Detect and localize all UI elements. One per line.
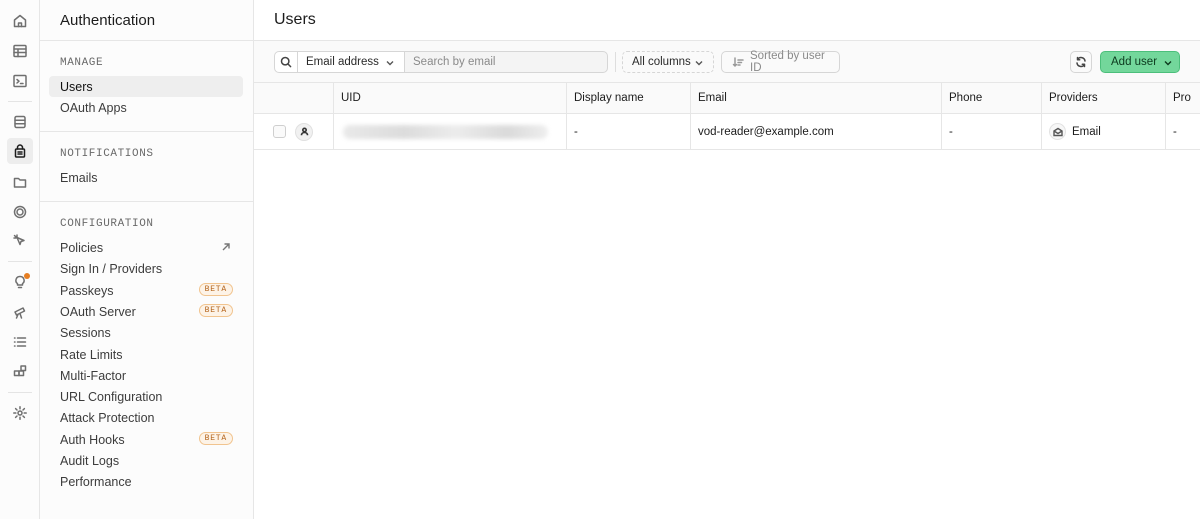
sidebar-item-sign-in-providers[interactable]: Sign In / Providers [49, 258, 243, 279]
uid-cell [333, 114, 567, 149]
sort-label: Sorted by user ID [750, 50, 825, 74]
page-title: Users [274, 11, 316, 28]
email-cell: vod-reader@example.com [690, 114, 941, 149]
sidebar-item-label: Policies [60, 240, 104, 255]
sidebar-item-label: Sign In / Providers [60, 261, 163, 276]
sidebar-item-label: OAuth Server [60, 304, 136, 319]
sidebar-item-policies[interactable]: Policies [49, 237, 243, 258]
beta-badge: BETA [198, 304, 233, 317]
chevron-down-icon [386, 58, 394, 66]
section-label-manage: MANAGE [60, 57, 104, 69]
advisors-icon[interactable] [10, 272, 30, 292]
sidebar-item-label: URL Configuration [60, 389, 163, 404]
column-header-phone[interactable]: Phone [941, 83, 1042, 113]
storage-icon[interactable] [10, 172, 30, 192]
search-input[interactable] [404, 51, 608, 73]
sidebar-item-label: Performance [60, 474, 132, 489]
authentication-icon[interactable] [7, 138, 33, 164]
sidebar-item-sessions[interactable]: Sessions [49, 322, 243, 343]
sidebar-item-users[interactable]: Users [49, 76, 243, 97]
chevron-down-icon [695, 58, 703, 66]
sidebar-item-auth-hooks[interactable]: Auth Hooks BETA [49, 429, 243, 450]
sidebar-item-label: Auth Hooks [60, 432, 125, 447]
email-provider-icon [1049, 123, 1066, 140]
sidebar-item-emails[interactable]: Emails [49, 167, 243, 188]
add-user-label: Add user [1111, 56, 1158, 68]
database-icon[interactable] [10, 112, 30, 132]
sidebar-title: Authentication [60, 12, 156, 29]
refresh-icon [1076, 56, 1086, 68]
icon-rail [0, 0, 40, 519]
sidebar-item-label: Passkeys [60, 283, 114, 298]
reports-icon[interactable] [10, 302, 30, 322]
notification-dot [24, 273, 30, 279]
sql-editor-icon[interactable] [10, 71, 30, 91]
column-header-uid[interactable]: UID [333, 83, 567, 113]
edge-functions-icon[interactable] [10, 231, 30, 251]
sort-icon [732, 56, 744, 68]
sidebar-item-audit-logs[interactable]: Audit Logs [49, 450, 243, 471]
column-header-pro[interactable]: Pro [1165, 83, 1200, 113]
sidebar-item-multi-factor[interactable]: Multi-Factor [49, 365, 243, 386]
column-header-email[interactable]: Email [690, 83, 941, 113]
provider-label: Email [1072, 125, 1101, 138]
table-header-row: UID Display name Email Phone Providers P… [254, 83, 1200, 114]
sidebar-item-label: OAuth Apps [60, 100, 127, 115]
table-row[interactable]: - vod-reader@example.com - Email - [254, 114, 1200, 150]
row-checkbox[interactable] [273, 125, 286, 138]
add-user-button[interactable]: Add user [1100, 51, 1180, 73]
sidebar-item-label: Emails [60, 170, 98, 185]
column-header-providers[interactable]: Providers [1041, 83, 1166, 113]
sidebar-item-label: Attack Protection [60, 410, 155, 425]
sidebar-item-label: Users [60, 79, 93, 94]
search-field-label: Email address [306, 56, 379, 68]
phone-cell: - [941, 114, 1042, 149]
settings-icon[interactable] [10, 403, 30, 423]
table-editor-icon[interactable] [10, 41, 30, 61]
auth-sidebar: Authentication MANAGE Users OAuth Apps N… [40, 0, 254, 519]
columns-label: All columns [632, 56, 691, 68]
logs-icon[interactable] [10, 332, 30, 352]
integrations-icon[interactable] [10, 362, 30, 382]
search-button[interactable] [274, 51, 298, 73]
sidebar-item-url-configuration[interactable]: URL Configuration [49, 386, 243, 407]
realtime-icon[interactable] [10, 202, 30, 222]
sidebar-item-attack-protection[interactable]: Attack Protection [49, 407, 243, 428]
row-select-cell [254, 114, 333, 149]
sidebar-item-oauth-apps[interactable]: OAuth Apps [49, 97, 243, 118]
sidebar-item-label: Audit Logs [60, 453, 120, 468]
users-toolbar: Email address All columns Sorted by user… [254, 41, 1200, 83]
section-label-configuration: CONFIGURATION [60, 218, 154, 230]
sidebar-item-label: Multi-Factor [60, 368, 126, 383]
sidebar-item-performance[interactable]: Performance [49, 471, 243, 492]
search-field-select[interactable]: Email address [297, 51, 405, 73]
section-label-notifications: NOTIFICATIONS [60, 148, 154, 160]
chevron-down-icon [1164, 58, 1172, 66]
providers-cell: Email [1041, 114, 1166, 149]
sidebar-item-rate-limits[interactable]: Rate Limits [49, 344, 243, 365]
refresh-button[interactable] [1070, 51, 1092, 73]
pro-cell: - [1165, 114, 1200, 149]
beta-badge: BETA [198, 432, 233, 445]
home-icon[interactable] [10, 11, 30, 31]
all-columns-button[interactable]: All columns [622, 51, 714, 73]
main-content: Users Email address All columns Sorted b… [254, 0, 1200, 519]
user-avatar-icon [295, 122, 313, 141]
uid-redacted [343, 124, 548, 139]
select-column-header [254, 83, 333, 113]
search-icon [280, 56, 292, 68]
display-name-cell: - [566, 114, 691, 149]
sidebar-item-oauth-server[interactable]: OAuth Server BETA [49, 301, 243, 322]
beta-badge: BETA [198, 283, 233, 296]
sidebar-item-label: Sessions [60, 325, 111, 340]
sidebar-item-label: Rate Limits [60, 347, 123, 362]
sidebar-item-passkeys[interactable]: Passkeys BETA [49, 280, 243, 301]
sort-button[interactable]: Sorted by user ID [721, 50, 840, 74]
external-link-icon [221, 241, 231, 251]
column-header-display-name[interactable]: Display name [566, 83, 691, 113]
